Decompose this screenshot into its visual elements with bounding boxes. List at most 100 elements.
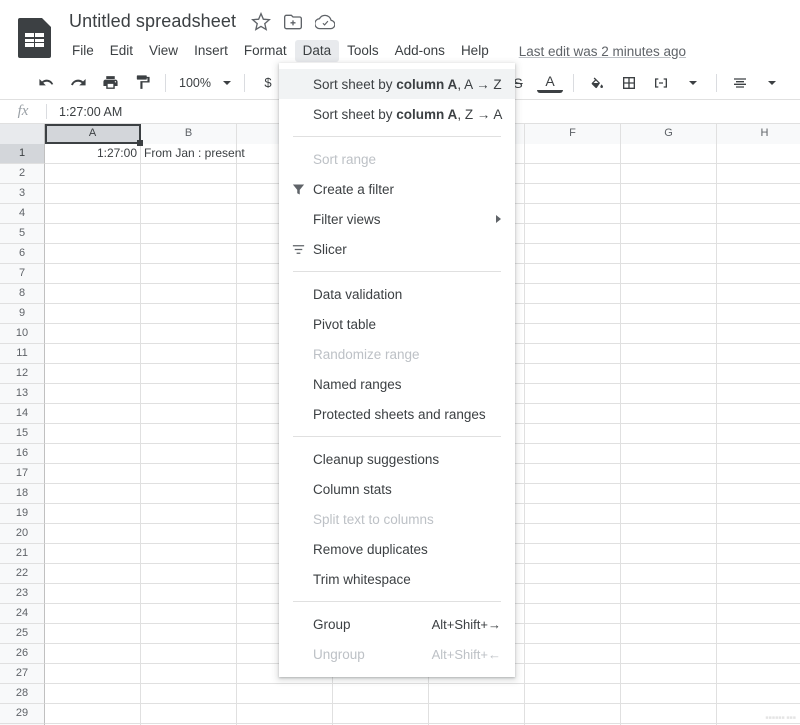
cell-G18[interactable]	[621, 484, 717, 504]
row-header-24[interactable]: 24	[0, 604, 45, 624]
cell-A11[interactable]	[45, 344, 141, 364]
cell-H21[interactable]	[717, 544, 800, 564]
cell-A10[interactable]	[45, 324, 141, 344]
menu-item-create-a-filter[interactable]: Create a filter	[279, 174, 515, 204]
menu-edit[interactable]: Edit	[102, 40, 141, 62]
column-header-f[interactable]: F	[525, 124, 621, 144]
cell-H19[interactable]	[717, 504, 800, 524]
cell-F25[interactable]	[525, 624, 621, 644]
cell-A14[interactable]	[45, 404, 141, 424]
cell-F4[interactable]	[525, 204, 621, 224]
paint-format-icon[interactable]	[129, 70, 155, 96]
cell-H17[interactable]	[717, 464, 800, 484]
cell-A4[interactable]	[45, 204, 141, 224]
last-edit-link[interactable]: Last edit was 2 minutes ago	[519, 44, 686, 59]
cell-A19[interactable]	[45, 504, 141, 524]
zoom-control[interactable]: 100%	[173, 71, 237, 95]
cell-G19[interactable]	[621, 504, 717, 524]
print-icon[interactable]	[97, 70, 123, 96]
cell-B2[interactable]	[141, 164, 237, 184]
row-header-5[interactable]: 5	[0, 224, 45, 244]
cell-A16[interactable]	[45, 444, 141, 464]
cell-A1[interactable]: 1:27:00	[45, 144, 141, 164]
cell-B20[interactable]	[141, 524, 237, 544]
row-header-20[interactable]: 20	[0, 524, 45, 544]
menu-item-filter-views[interactable]: Filter views	[279, 204, 515, 234]
cell-B24[interactable]	[141, 604, 237, 624]
cell-H7[interactable]	[717, 264, 800, 284]
cell-B27[interactable]	[141, 664, 237, 684]
row-header-29[interactable]: 29	[0, 704, 45, 724]
cell-F3[interactable]	[525, 184, 621, 204]
cell-A13[interactable]	[45, 384, 141, 404]
cell-F13[interactable]	[525, 384, 621, 404]
cell-B8[interactable]	[141, 284, 237, 304]
cell-A6[interactable]	[45, 244, 141, 264]
cell-G16[interactable]	[621, 444, 717, 464]
column-header-a[interactable]: A	[45, 124, 141, 144]
row-header-10[interactable]: 10	[0, 324, 45, 344]
cell-F21[interactable]	[525, 544, 621, 564]
cell-B3[interactable]	[141, 184, 237, 204]
menu-item-named-ranges[interactable]: Named ranges	[279, 369, 515, 399]
row-header-12[interactable]: 12	[0, 364, 45, 384]
row-header-6[interactable]: 6	[0, 244, 45, 264]
cell-A9[interactable]	[45, 304, 141, 324]
cell-G29[interactable]	[621, 704, 717, 724]
cell-G8[interactable]	[621, 284, 717, 304]
column-header-g[interactable]: G	[621, 124, 717, 144]
cell-G21[interactable]	[621, 544, 717, 564]
cell-H5[interactable]	[717, 224, 800, 244]
cell-B9[interactable]	[141, 304, 237, 324]
cell-B28[interactable]	[141, 684, 237, 704]
cell-F2[interactable]	[525, 164, 621, 184]
cell-G9[interactable]	[621, 304, 717, 324]
cell-G22[interactable]	[621, 564, 717, 584]
row-header-27[interactable]: 27	[0, 664, 45, 684]
cell-G2[interactable]	[621, 164, 717, 184]
cell-A20[interactable]	[45, 524, 141, 544]
cell-F1[interactable]	[525, 144, 621, 164]
cell-F19[interactable]	[525, 504, 621, 524]
row-header-25[interactable]: 25	[0, 624, 45, 644]
row-header-26[interactable]: 26	[0, 644, 45, 664]
cell-B12[interactable]	[141, 364, 237, 384]
cell-G15[interactable]	[621, 424, 717, 444]
merge-cells-icon[interactable]	[648, 70, 674, 96]
cell-A26[interactable]	[45, 644, 141, 664]
cell-H13[interactable]	[717, 384, 800, 404]
cell-B7[interactable]	[141, 264, 237, 284]
cell-G27[interactable]	[621, 664, 717, 684]
cell-A23[interactable]	[45, 584, 141, 604]
column-header-h[interactable]: H	[717, 124, 800, 144]
cell-G25[interactable]	[621, 624, 717, 644]
row-header-8[interactable]: 8	[0, 284, 45, 304]
row-header-11[interactable]: 11	[0, 344, 45, 364]
cell-A22[interactable]	[45, 564, 141, 584]
cell-H9[interactable]	[717, 304, 800, 324]
cell-H14[interactable]	[717, 404, 800, 424]
cell-G3[interactable]	[621, 184, 717, 204]
select-all-corner[interactable]	[0, 124, 45, 144]
cell-H12[interactable]	[717, 364, 800, 384]
cell-B25[interactable]	[141, 624, 237, 644]
cloud-saved-icon[interactable]	[315, 12, 336, 32]
cell-B1[interactable]: From Jan : present	[141, 144, 245, 164]
cell-H1[interactable]	[717, 144, 800, 164]
cell-H28[interactable]	[717, 684, 800, 704]
cell-H8[interactable]	[717, 284, 800, 304]
text-color-icon[interactable]: A	[537, 73, 563, 93]
cell-A12[interactable]	[45, 364, 141, 384]
row-header-7[interactable]: 7	[0, 264, 45, 284]
cell-B11[interactable]	[141, 344, 237, 364]
cell-H20[interactable]	[717, 524, 800, 544]
menu-tools[interactable]: Tools	[339, 40, 387, 62]
cell-H25[interactable]	[717, 624, 800, 644]
page-title[interactable]: Untitled spreadsheet	[66, 10, 239, 33]
cell-F26[interactable]	[525, 644, 621, 664]
menu-view[interactable]: View	[141, 40, 186, 62]
cell-F12[interactable]	[525, 364, 621, 384]
cell-A18[interactable]	[45, 484, 141, 504]
row-header-19[interactable]: 19	[0, 504, 45, 524]
row-header-18[interactable]: 18	[0, 484, 45, 504]
